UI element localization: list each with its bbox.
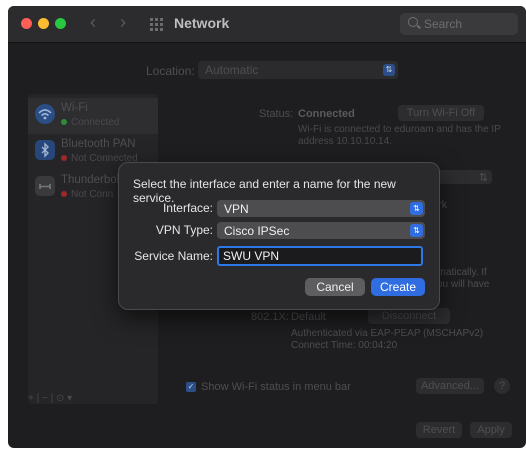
location-label: Location: — [146, 64, 195, 78]
forward-arrow-icon[interactable]: › — [120, 12, 126, 33]
show-wifi-status-checkbox[interactable]: ✓ — [186, 382, 196, 392]
status-value: Connected — [298, 108, 355, 120]
chevron-updown-icon: ⇅ — [383, 64, 395, 76]
turn-wifi-off-button[interactable]: Turn Wi-Fi Off — [398, 105, 484, 121]
thunderbolt-bridge-icon — [35, 176, 55, 196]
cancel-button[interactable]: Cancel — [305, 278, 365, 296]
auth-method-text: Authenticated via EAP-PEAP (MSCHAPv2) — [291, 328, 484, 339]
show-wifi-status-label: Show Wi-Fi status in menu bar — [201, 381, 351, 393]
create-button[interactable]: Create — [371, 278, 425, 296]
network-name-select[interactable]: ⇅ — [432, 170, 492, 184]
network-preferences-window: ‹ › Network Search Location: Automatic ⇅… — [8, 6, 526, 448]
interface-popup[interactable]: VPN ⇅ — [217, 200, 425, 217]
auto-join-text-1: omatically. If — [432, 267, 487, 278]
status-description: Wi-Fi is connected to eduroam and has th… — [298, 124, 501, 147]
wifi-icon — [35, 104, 55, 124]
status-dot-icon — [61, 191, 67, 197]
dot1x-value: Default — [291, 311, 326, 323]
chevron-updown-icon: ⇅ — [410, 202, 423, 215]
disconnect-button[interactable]: Disconnect — [368, 308, 450, 324]
service-item-wifi[interactable]: Wi-Fi Connected — [28, 98, 158, 134]
service-status: Not Conn — [61, 189, 113, 200]
service-name: Bluetooth PAN — [61, 138, 136, 150]
dot1x-label: 802.1X: — [251, 311, 289, 323]
service-name: Thunderbolt — [61, 174, 123, 186]
bluetooth-icon — [35, 140, 55, 160]
status-label: Status: — [259, 108, 294, 120]
status-dot-icon — [61, 119, 67, 125]
service-status: Connected — [61, 117, 119, 128]
chevron-updown-icon: ⇅ — [410, 224, 423, 237]
service-list-controls[interactable]: + | − | ⊙ ▾ — [28, 393, 72, 405]
apply-button[interactable]: Apply — [470, 422, 512, 438]
service-name-value: SWU VPN — [223, 249, 280, 263]
advanced-button[interactable]: Advanced... — [416, 378, 484, 394]
help-button[interactable]: ? — [494, 378, 510, 394]
interface-value: VPN — [224, 202, 249, 216]
back-arrow-icon[interactable]: ‹ — [90, 12, 96, 33]
search-icon — [408, 17, 418, 27]
location-value: Automatic — [205, 63, 259, 77]
search-placeholder: Search — [424, 17, 463, 31]
zoom-window-button[interactable] — [55, 18, 66, 29]
vpn-type-value: Cisco IPSec — [224, 224, 290, 238]
title-bar: ‹ › Network Search — [8, 6, 526, 43]
location-select[interactable]: Automatic ⇅ — [198, 61, 398, 79]
status-dot-icon — [61, 155, 67, 161]
service-name-field[interactable]: SWU VPN — [217, 246, 423, 266]
auto-join-text-2: you will have — [432, 279, 490, 290]
vpn-type-popup[interactable]: Cisco IPSec ⇅ — [217, 222, 425, 239]
service-name-label: Service Name: — [134, 249, 213, 263]
new-service-dialog: Select the interface and enter a name fo… — [118, 162, 440, 310]
service-name: Wi-Fi — [61, 102, 88, 114]
show-all-grid-icon[interactable] — [150, 18, 163, 31]
connect-time-text: Connect Time: 00:04:20 — [291, 340, 398, 351]
close-window-button[interactable] — [21, 18, 32, 29]
chevron-updown-icon: ⇅ — [478, 172, 488, 184]
search-field[interactable]: Search — [400, 13, 518, 35]
minimize-window-button[interactable] — [38, 18, 49, 29]
revert-button[interactable]: Revert — [416, 422, 462, 438]
interface-label: Interface: — [162, 201, 213, 215]
vpn-type-label: VPN Type: — [155, 223, 213, 237]
window-title: Network — [174, 15, 230, 31]
